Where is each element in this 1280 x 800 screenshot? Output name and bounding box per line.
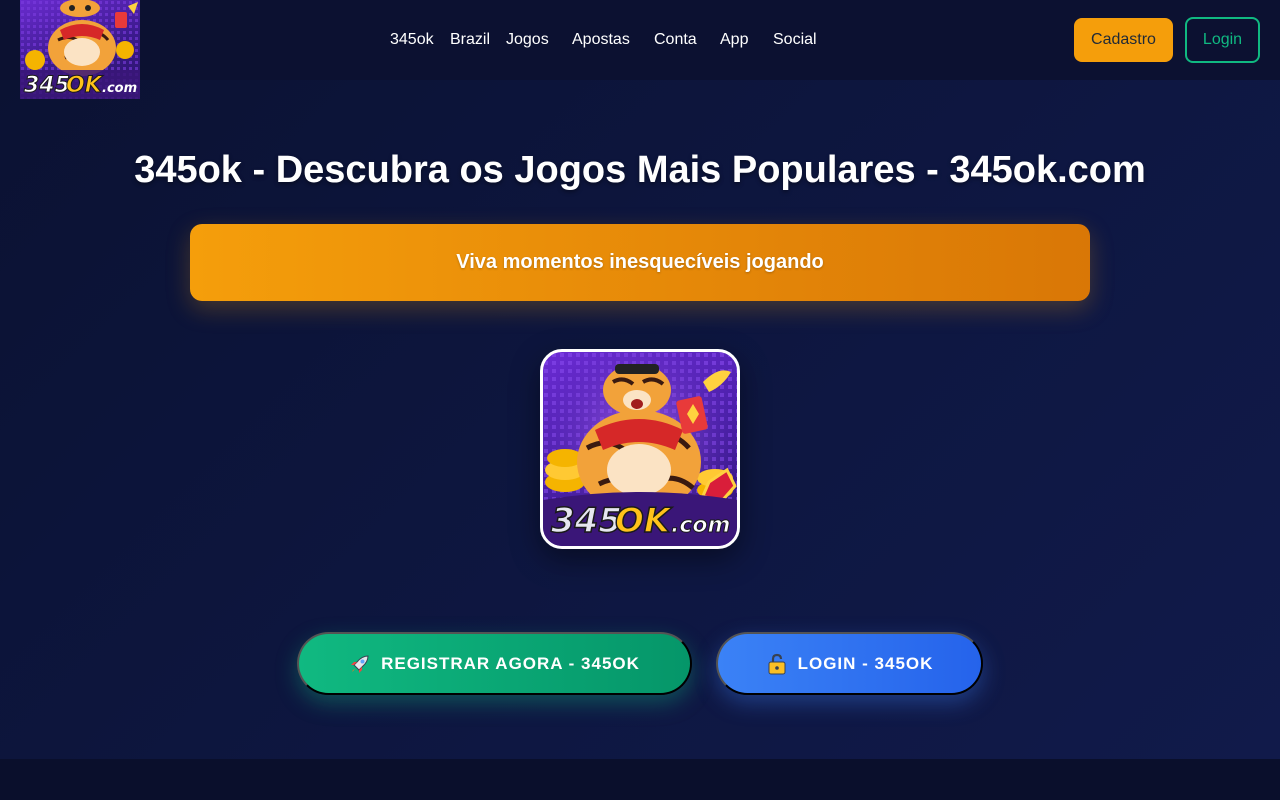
tiger-mascot-logo-image: 345 OK .com: [20, 0, 140, 99]
hero-login-label: LOGIN - 345OK: [797, 653, 934, 673]
nav-item-conta[interactable]: Conta: [654, 30, 697, 50]
nav-item-apostas[interactable]: Apostas: [572, 30, 630, 50]
nav-item-social[interactable]: Social: [773, 30, 817, 50]
hero-section: 345ok - Descubra os Jogos Mais Populares…: [0, 80, 1280, 759]
svg-text:OK: OK: [615, 501, 673, 541]
svg-text:.com: .com: [671, 513, 730, 538]
site-header: 345 OK .com 345ok Brazil Jogos Apostas C…: [0, 0, 1280, 99]
svg-text:345: 345: [24, 73, 70, 98]
app-icon-image: 345 OK .com: [540, 349, 740, 549]
lock-icon: [766, 653, 788, 675]
footer-strip: [0, 759, 1280, 800]
promo-banner: Viva momentos inesquecíveis jogando: [190, 224, 1090, 301]
register-now-label: REGISTRAR AGORA - 345OK: [381, 653, 640, 673]
svg-text:OK: OK: [66, 73, 104, 98]
login-button[interactable]: Login: [1185, 17, 1260, 63]
nav-item-345ok[interactable]: 345ok: [390, 30, 434, 50]
site-logo[interactable]: 345 OK .com: [20, 0, 140, 99]
cadastro-button[interactable]: Cadastro: [1074, 18, 1173, 62]
nav-item-app[interactable]: App: [720, 30, 748, 50]
nav-item-jogos[interactable]: Jogos: [506, 30, 549, 50]
rocket-icon: [349, 653, 371, 675]
svg-text:.com: .com: [102, 81, 137, 96]
page-title: 345ok - Descubra os Jogos Mais Populares…: [134, 149, 1146, 191]
nav-item-brazil[interactable]: Brazil: [450, 30, 490, 50]
svg-text:345: 345: [551, 501, 622, 541]
tiger-mascot-app-icon: 345 OK .com: [543, 352, 737, 546]
register-now-button[interactable]: REGISTRAR AGORA - 345OK: [297, 632, 692, 695]
hero-login-button[interactable]: LOGIN - 345OK: [716, 632, 983, 695]
